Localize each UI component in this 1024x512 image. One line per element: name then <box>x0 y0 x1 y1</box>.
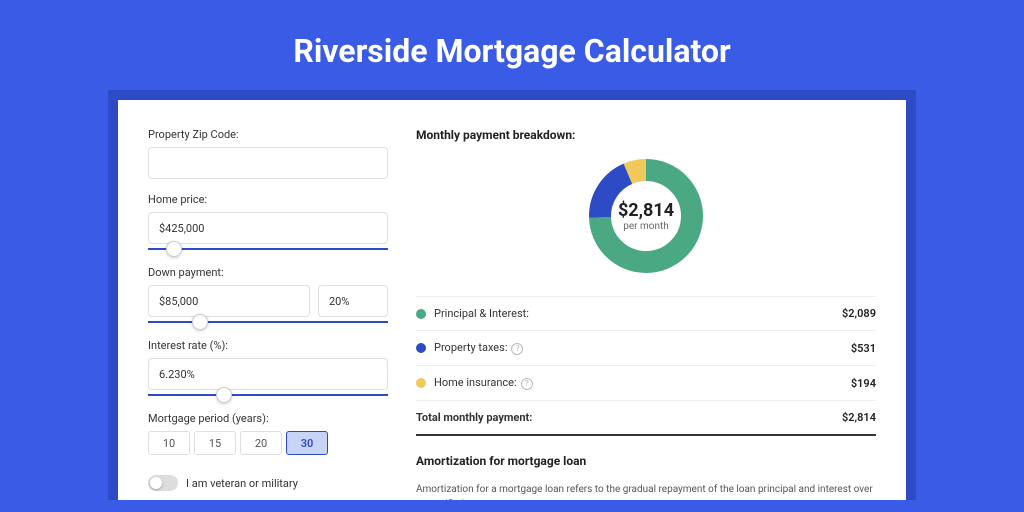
period-15-button[interactable]: 15 <box>194 431 236 455</box>
legend-value: $531 <box>851 342 876 355</box>
card-wrapper: Property Zip Code: Home price: Down paym… <box>108 90 916 500</box>
down-label: Down payment: <box>148 266 388 279</box>
veteran-toggle[interactable] <box>148 475 178 491</box>
amort-heading: Amortization for mortgage loan <box>416 454 876 468</box>
rate-label: Interest rate (%): <box>148 339 388 352</box>
period-label: Mortgage period (years): <box>148 412 388 425</box>
period-10-button[interactable]: 10 <box>148 431 190 455</box>
results-panel: Monthly payment breakdown: $2,814 per mo… <box>416 128 876 472</box>
amort-text: Amortization for a mortgage loan refers … <box>416 482 876 500</box>
amortization-section: Amortization for mortgage loan Amortizat… <box>416 454 876 500</box>
rate-input[interactable] <box>148 358 388 390</box>
breakdown-heading: Monthly payment breakdown: <box>416 128 876 142</box>
period-20-button[interactable]: 20 <box>240 431 282 455</box>
legend: Principal & Interest: $2,089 Property ta… <box>416 296 876 436</box>
price-input[interactable] <box>148 212 388 244</box>
total-label: Total monthly payment: <box>416 411 842 424</box>
zip-label: Property Zip Code: <box>148 128 388 141</box>
legend-row-total: Total monthly payment: $2,814 <box>416 401 876 436</box>
down-amount-input[interactable] <box>148 285 310 317</box>
down-slider[interactable] <box>148 321 388 323</box>
period-buttons: 10 15 20 30 <box>148 431 388 455</box>
donut-sublabel: per month <box>618 221 674 232</box>
zip-input[interactable] <box>148 147 388 179</box>
legend-value: $2,089 <box>842 307 876 320</box>
legend-label: Home insurance:? <box>434 376 851 390</box>
down-percent-input[interactable] <box>318 285 388 317</box>
legend-label: Property taxes:? <box>434 341 851 355</box>
page-title: Riverside Mortgage Calculator <box>0 0 1024 90</box>
legend-value: $194 <box>851 377 876 390</box>
donut-total: $2,814 <box>618 200 674 221</box>
price-slider[interactable] <box>148 248 388 250</box>
dot-icon <box>416 378 426 388</box>
legend-row-taxes: Property taxes:? $531 <box>416 331 876 366</box>
calculator-card: Property Zip Code: Home price: Down paym… <box>118 100 906 500</box>
help-icon[interactable]: ? <box>511 343 523 355</box>
legend-row-principal: Principal & Interest: $2,089 <box>416 297 876 331</box>
period-30-button[interactable]: 30 <box>286 431 328 455</box>
input-panel: Property Zip Code: Home price: Down paym… <box>148 128 388 472</box>
price-label: Home price: <box>148 193 388 206</box>
help-icon[interactable]: ? <box>521 378 533 390</box>
legend-row-insurance: Home insurance:? $194 <box>416 366 876 401</box>
dot-icon <box>416 343 426 353</box>
veteran-label: I am veteran or military <box>186 477 298 490</box>
dot-icon <box>416 309 426 319</box>
total-value: $2,814 <box>842 411 876 424</box>
donut-chart: $2,814 per month <box>416 156 876 276</box>
legend-label: Principal & Interest: <box>434 307 842 320</box>
rate-slider[interactable] <box>148 394 388 396</box>
